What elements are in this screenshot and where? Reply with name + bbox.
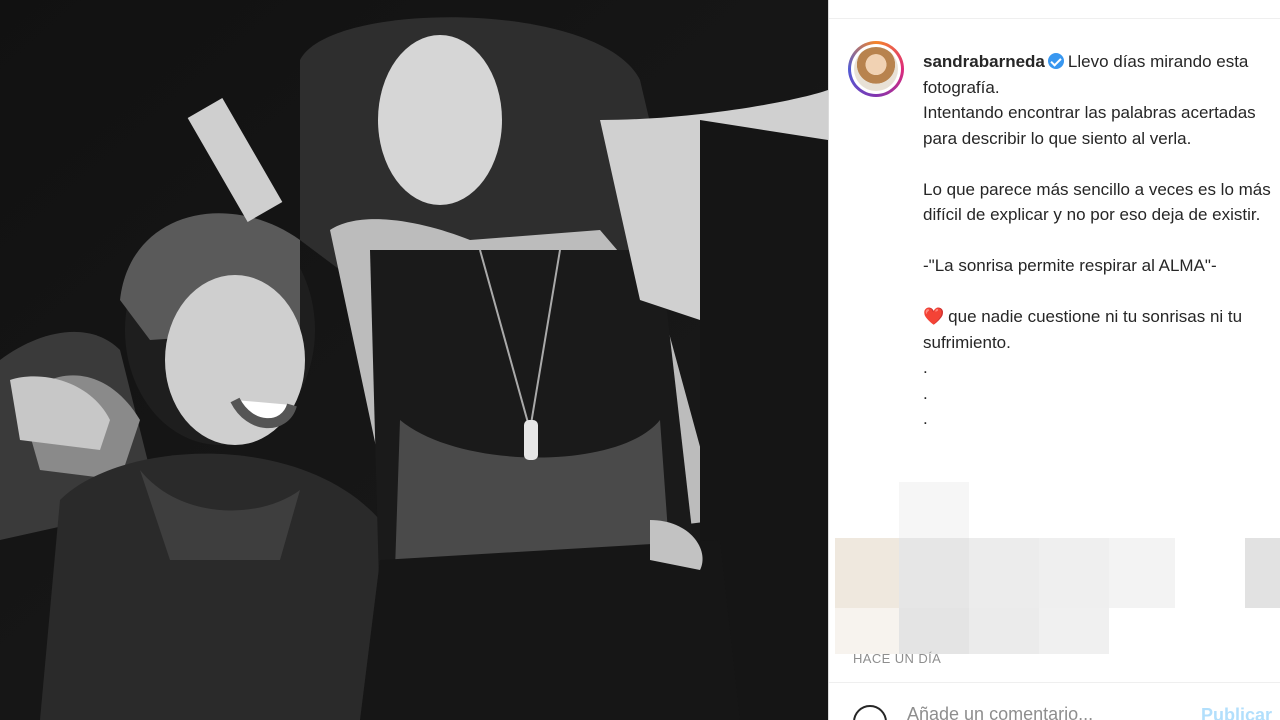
divider — [829, 682, 1280, 683]
post-timestamp[interactable]: HACE UN DÍA — [853, 651, 941, 666]
divider — [829, 18, 1280, 19]
username-link[interactable]: sandrabarneda — [923, 52, 1045, 71]
photo-illustration — [0, 0, 828, 720]
pixelated-block — [1245, 538, 1280, 608]
post-side-panel: sandrabarneda Llevo días mirando esta fot… — [828, 0, 1280, 720]
avatar[interactable] — [848, 41, 904, 97]
caption-dot: . — [923, 358, 928, 377]
pixelated-block — [835, 608, 899, 654]
pixelated-block — [835, 538, 899, 608]
verified-badge-icon — [1047, 53, 1064, 69]
caption-dot: . — [923, 383, 928, 403]
pixelated-block — [1039, 538, 1109, 608]
caption-first-paragraph: sandrabarneda Llevo días mirando esta fot… — [923, 49, 1273, 100]
post-caption: sandrabarneda Llevo días mirando esta fot… — [923, 49, 1273, 432]
caption-line: Lo que parece más sencillo a veces es lo… — [923, 179, 1271, 225]
pixelated-block — [969, 538, 1039, 608]
pixelated-block — [899, 482, 969, 538]
comment-input[interactable] — [907, 704, 1177, 720]
pixelated-block — [1039, 608, 1109, 654]
pixelated-block — [1109, 538, 1175, 608]
caption-line: Intentando encontrar las palabras acerta… — [923, 103, 1256, 148]
publish-button[interactable]: Publicar — [1201, 705, 1272, 720]
caption-heart-line: ❤️ que nadie cuestione ni tu sonrisas ni … — [923, 307, 1243, 352]
pixelated-block — [969, 608, 1039, 654]
pixelated-block — [899, 608, 969, 654]
heart-emoji-icon: ❤️ — [923, 307, 945, 326]
caption-quote: -"La sonrisa permite respirar al ALMA"- — [923, 256, 1217, 275]
avatar-image — [854, 47, 898, 91]
post-photo[interactable] — [0, 0, 828, 720]
caption-dot: . — [923, 409, 928, 428]
pixelated-block — [899, 538, 969, 608]
smiley-icon[interactable] — [853, 705, 887, 720]
